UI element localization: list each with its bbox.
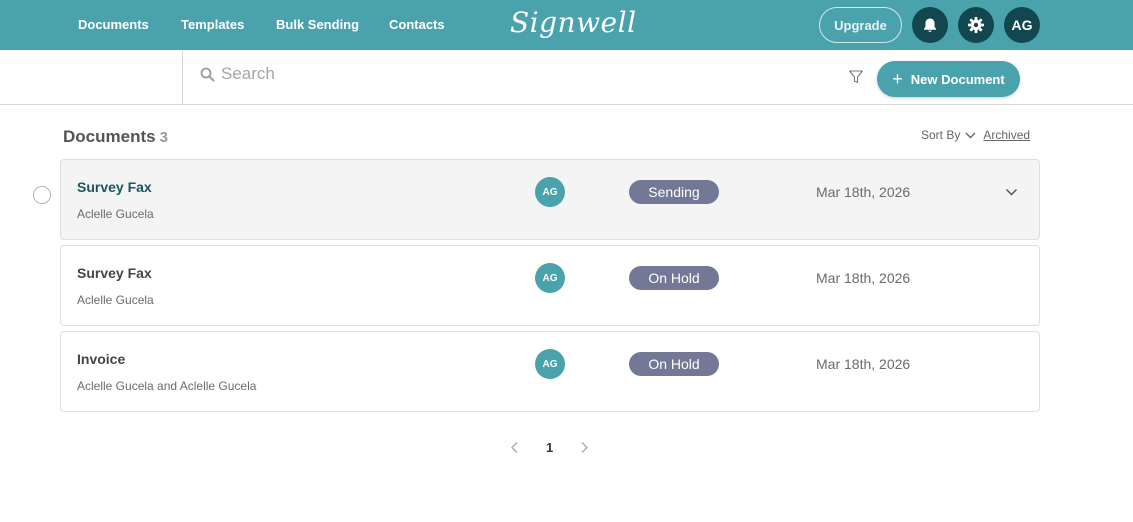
status-badge: On Hold bbox=[629, 352, 719, 376]
pagination-next-button[interactable] bbox=[580, 441, 589, 459]
document-name[interactable]: Survey Fax bbox=[77, 265, 152, 281]
pagination-page-number[interactable]: 1 bbox=[546, 440, 553, 455]
top-nav-bar: Documents Templates Bulk Sending Contact… bbox=[0, 0, 1133, 50]
chevron-right-icon bbox=[581, 442, 588, 453]
document-row[interactable]: Survey Fax Aclelle Gucela AG On Hold Mar… bbox=[60, 245, 1040, 326]
document-date: Mar 18th, 2026 bbox=[816, 270, 911, 286]
chevron-down-icon[interactable] bbox=[965, 132, 976, 139]
document-recipients: Aclelle Gucela bbox=[77, 207, 154, 221]
recipient-avatar: AG bbox=[535, 177, 565, 207]
sort-controls: Sort By Archived bbox=[921, 128, 1030, 142]
search-box bbox=[200, 64, 721, 84]
status-badge: Sending bbox=[629, 180, 719, 204]
recipient-avatar: AG bbox=[535, 263, 565, 293]
document-name[interactable]: Invoice bbox=[77, 351, 125, 367]
document-date: Mar 18th, 2026 bbox=[816, 356, 911, 372]
settings-button[interactable] bbox=[958, 7, 994, 43]
new-document-label: New Document bbox=[910, 71, 1005, 87]
document-recipients: Aclelle Gucela and Aclelle Gucela bbox=[77, 379, 257, 393]
page-title-text: Documents bbox=[63, 127, 156, 146]
document-count: 3 bbox=[159, 129, 168, 146]
archived-link[interactable]: Archived bbox=[983, 128, 1030, 142]
chevron-left-icon bbox=[511, 442, 518, 453]
document-recipients: Aclelle Gucela bbox=[77, 293, 154, 307]
pagination-prev-button[interactable] bbox=[510, 441, 519, 459]
filter-icon bbox=[848, 70, 864, 84]
document-date: Mar 18th, 2026 bbox=[816, 184, 911, 200]
document-name[interactable]: Survey Fax bbox=[77, 179, 152, 195]
user-avatar-button[interactable]: AG bbox=[1004, 7, 1040, 43]
search-input[interactable] bbox=[221, 64, 721, 84]
signwell-logo[interactable]: Signwell bbox=[510, 6, 637, 39]
search-divider bbox=[182, 50, 183, 104]
row-select-radio[interactable] bbox=[33, 186, 51, 204]
nav-bulk-sending-link[interactable]: Bulk Sending bbox=[276, 17, 359, 32]
nav-contacts-link[interactable]: Contacts bbox=[389, 17, 445, 32]
bell-icon bbox=[924, 18, 936, 32]
recipient-avatar: AG bbox=[535, 349, 565, 379]
search-icon bbox=[200, 67, 215, 81]
document-row[interactable]: Survey Fax Aclelle Gucela AG Sending Mar… bbox=[60, 159, 1040, 240]
sort-by-dropdown[interactable]: Sort By bbox=[921, 128, 960, 142]
status-badge: On Hold bbox=[629, 266, 719, 290]
search-toolbar: + New Document bbox=[0, 50, 1133, 105]
page-title: Documents 3 bbox=[63, 127, 168, 147]
nav-templates-link[interactable]: Templates bbox=[181, 17, 244, 32]
notifications-button[interactable] bbox=[912, 7, 948, 43]
plus-icon: + bbox=[892, 69, 903, 89]
gear-icon bbox=[968, 17, 984, 33]
nav-documents-link[interactable]: Documents bbox=[78, 17, 149, 32]
new-document-button[interactable]: + New Document bbox=[877, 61, 1020, 97]
chevron-down-icon[interactable] bbox=[1005, 188, 1018, 196]
filter-button[interactable] bbox=[848, 69, 864, 90]
document-row[interactable]: Invoice Aclelle Gucela and Aclelle Gucel… bbox=[60, 331, 1040, 412]
upgrade-button[interactable]: Upgrade bbox=[819, 7, 902, 43]
